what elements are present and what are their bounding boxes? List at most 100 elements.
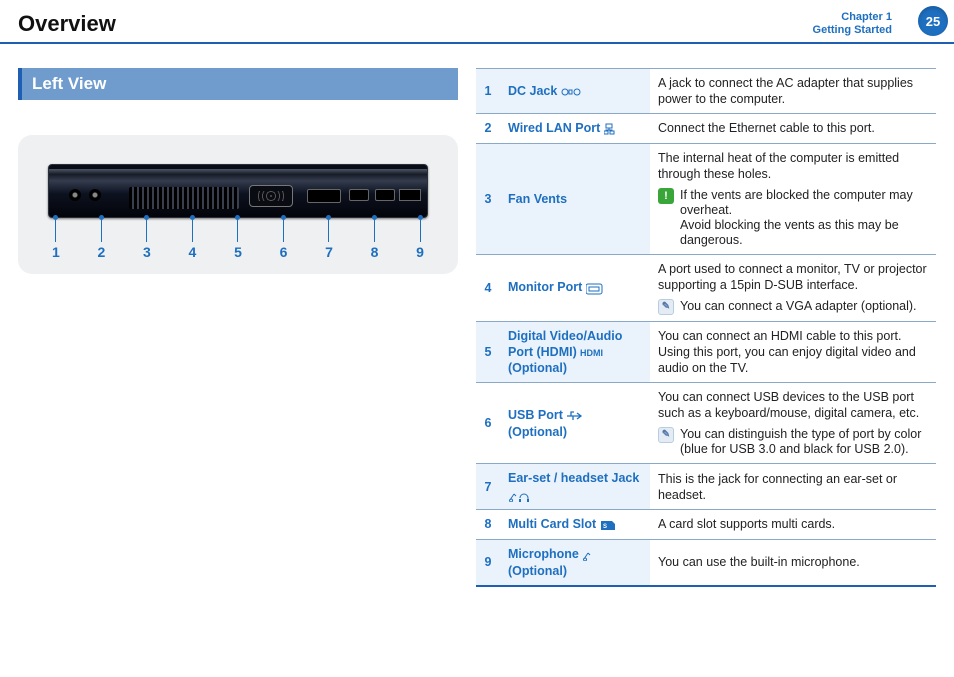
row-number: 5 (476, 321, 500, 383)
row-description: A jack to connect the AC adapter that su… (650, 69, 936, 114)
description-text: Connect the Ethernet cable to this port. (658, 120, 928, 136)
row-label: Microphone (Optional) (500, 539, 650, 585)
usb-port-shape-2 (375, 189, 395, 201)
row-description: Connect the Ethernet cable to this port. (650, 114, 936, 144)
left-column: Left View 1 2 3 4 5 6 7 8 9 (18, 68, 458, 587)
row-number: 8 (476, 510, 500, 540)
page-body: Left View 1 2 3 4 5 6 7 8 9 (0, 44, 954, 597)
port-name: Monitor Port (508, 280, 582, 294)
callout-4: 4 (189, 218, 197, 264)
page-header: Overview Chapter 1 Getting Started 25 (0, 0, 954, 44)
monitor-port-shape (249, 185, 293, 207)
warning-text: If the vents are blocked the computer ma… (680, 188, 928, 248)
left-view-heading: Left View (18, 68, 458, 100)
callout-2: 2 (98, 218, 106, 264)
hdmi-icon (580, 344, 604, 360)
row-label: USB Port (Optional) (500, 383, 650, 464)
mic-icon (582, 547, 606, 563)
table-row: 9Microphone (Optional)You can use the bu… (476, 539, 936, 585)
table-row: 7 Ear-set / headset Jack This is the jack… (476, 464, 936, 510)
tip-note: ✎ You can distinguish the type of port by… (658, 427, 928, 457)
description-text: A card slot supports multi cards. (658, 516, 928, 532)
row-number: 7 (476, 464, 500, 510)
warning-note: ! If the vents are blocked the computer m… (658, 188, 928, 248)
row-description: You can connect USB devices to the USB p… (650, 383, 936, 464)
tip-text: You can distinguish the type of port by … (680, 427, 928, 457)
row-description: This is the jack for connecting an ear-s… (650, 464, 936, 510)
row-number: 3 (476, 143, 500, 254)
callout-6: 6 (280, 218, 288, 264)
description-text: The internal heat of the computer is emi… (658, 150, 928, 182)
port-name: Ear-set / headset Jack (508, 471, 639, 485)
table-row: 2 Wired LAN Port Connect the Ethernet cab… (476, 114, 936, 144)
table-row: 6USB Port (Optional)You can connect USB … (476, 383, 936, 464)
dc-jack-icon (561, 83, 585, 99)
row-number: 9 (476, 539, 500, 585)
row-description: A port used to connect a monitor, TV or … (650, 254, 936, 321)
chapter-label: Chapter 1 Getting Started (813, 11, 892, 37)
chapter-line1: Chapter 1 (813, 11, 892, 24)
tip-note: ✎ You can connect a VGA adapter (optional… (658, 299, 928, 315)
port-name: Microphone (508, 547, 579, 561)
row-number: 1 (476, 69, 500, 114)
description-text: You can use the built-in microphone. (658, 554, 928, 570)
chapter-line2: Getting Started (813, 24, 892, 37)
row-number: 6 (476, 383, 500, 464)
description-text: A port used to connect a monitor, TV or … (658, 261, 928, 293)
callout-1: 1 (52, 218, 60, 264)
port-name: DC Jack (508, 84, 557, 98)
card-slot-shape (399, 189, 421, 201)
table-row: 1 DC Jack A jack to connect the AC adapte… (476, 69, 936, 114)
row-label: Multi Card Slot (500, 510, 650, 540)
lan-icon (604, 121, 628, 137)
sdcard-icon (600, 517, 624, 533)
row-description: The internal heat of the computer is emi… (650, 143, 936, 254)
port-name: Wired LAN Port (508, 121, 600, 135)
tip-icon: ✎ (658, 427, 674, 443)
description-text: A jack to connect the AC adapter that su… (658, 75, 928, 107)
row-number: 2 (476, 114, 500, 144)
port-suffix: (Optional) (508, 564, 567, 578)
port-name: Multi Card Slot (508, 517, 596, 531)
row-description: You can use the built-in microphone. (650, 539, 936, 585)
usb-port-shape-1 (349, 189, 369, 201)
row-number: 4 (476, 254, 500, 321)
port-name: Fan Vents (508, 192, 567, 206)
description-text: You can connect an HDMI cable to this po… (658, 328, 928, 376)
warning-icon: ! (658, 188, 674, 204)
row-label: Monitor Port (500, 254, 650, 321)
usb-icon (566, 408, 590, 424)
right-column: 1 DC Jack A jack to connect the AC adapte… (476, 68, 936, 587)
port-suffix: (Optional) (508, 425, 567, 439)
callout-7: 7 (325, 218, 333, 264)
tip-text: You can connect a VGA adapter (optional)… (680, 299, 928, 314)
row-label: Ear-set / headset Jack (500, 464, 650, 510)
table-row: 3 Fan Vents The internal heat of the compu… (476, 143, 936, 254)
hdmi-port-shape (307, 189, 341, 203)
table-row: 4 Monitor Port A port used to connect a m… (476, 254, 936, 321)
callout-9: 9 (416, 218, 424, 264)
port-name: Digital Video/Audio Port (HDMI) (508, 329, 622, 359)
table-row: 8 Multi Card Slot A card slot supports mu… (476, 510, 936, 540)
row-label: DC Jack (500, 69, 650, 114)
dc-jack-shape (69, 189, 81, 201)
row-description: You can connect an HDMI cable to this po… (650, 321, 936, 383)
laptop-left-side (48, 164, 428, 218)
description-text: You can connect USB devices to the USB p… (658, 389, 928, 421)
callout-3: 3 (143, 218, 151, 264)
tip-icon: ✎ (658, 299, 674, 315)
headset-icon (508, 487, 532, 503)
port-suffix: (Optional) (508, 361, 567, 375)
row-label: Fan Vents (500, 143, 650, 254)
row-description: A card slot supports multi cards. (650, 510, 936, 540)
description-text: This is the jack for connecting an ear-s… (658, 471, 928, 503)
port-name: USB Port (508, 408, 563, 422)
page-title: Overview (18, 11, 116, 37)
page-number-badge: 25 (918, 6, 948, 36)
port-table: 1 DC Jack A jack to connect the AC adapte… (476, 68, 936, 587)
lan-port-shape (89, 189, 101, 201)
device-figure: 1 2 3 4 5 6 7 8 9 (18, 134, 458, 274)
callout-5: 5 (234, 218, 242, 264)
monitor-icon (586, 280, 610, 296)
fan-vents-shape (129, 187, 239, 209)
